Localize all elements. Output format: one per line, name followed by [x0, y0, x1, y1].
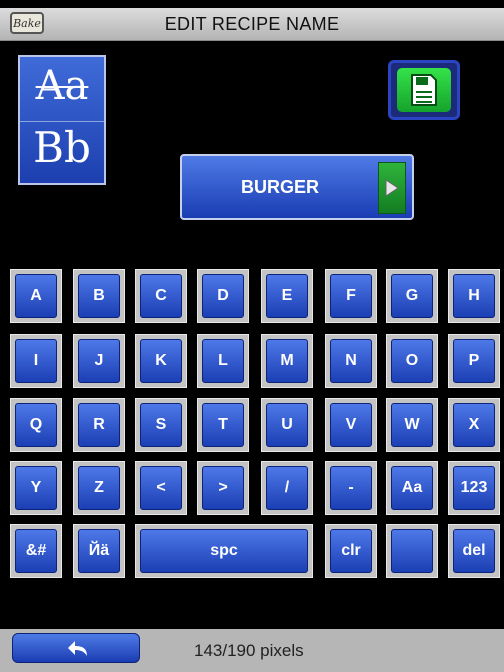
- key-label: /: [266, 466, 308, 510]
- key-numbers[interactable]: 123: [448, 461, 500, 515]
- name-arrow-button[interactable]: [378, 162, 406, 214]
- key-blank[interactable]: [386, 524, 438, 578]
- key-label: E: [266, 274, 308, 318]
- key-l[interactable]: L: [197, 334, 249, 388]
- key-slash[interactable]: /: [261, 461, 313, 515]
- save-button[interactable]: [388, 60, 460, 120]
- key-p[interactable]: P: [448, 334, 500, 388]
- key-label: M: [266, 339, 308, 383]
- status-text: 143/190 pixels: [194, 641, 304, 660]
- key-label: P: [453, 339, 495, 383]
- key-label: T: [202, 403, 244, 447]
- key-e[interactable]: E: [261, 269, 313, 323]
- key-f[interactable]: F: [325, 269, 377, 323]
- case-divider: [20, 121, 104, 122]
- key-case[interactable]: Aa: [386, 461, 438, 515]
- key-label: U: [266, 403, 308, 447]
- key-label: Q: [15, 403, 57, 447]
- save-button-face: [397, 68, 451, 112]
- back-arrow-icon: [68, 641, 87, 656]
- key-s[interactable]: S: [135, 398, 187, 452]
- key-label: Y: [15, 466, 57, 510]
- key-label: F: [330, 274, 372, 318]
- key-j[interactable]: J: [73, 334, 125, 388]
- key-c[interactable]: C: [135, 269, 187, 323]
- key-dash[interactable]: -: [325, 461, 377, 515]
- case-lower-label: Bb: [33, 123, 91, 172]
- key-k[interactable]: K: [135, 334, 187, 388]
- key-h[interactable]: H: [448, 269, 500, 323]
- key-a[interactable]: A: [10, 269, 62, 323]
- key-label: [391, 529, 433, 573]
- key-label: X: [453, 403, 495, 447]
- key-u[interactable]: U: [261, 398, 313, 452]
- key-label: K: [140, 339, 182, 383]
- play-arrow-icon: [385, 179, 399, 197]
- key-label: -: [330, 466, 372, 510]
- back-button[interactable]: [12, 633, 140, 663]
- key-g[interactable]: G: [386, 269, 438, 323]
- key-symbols[interactable]: &#: [10, 524, 62, 578]
- key-label: <: [140, 466, 182, 510]
- key-label: B: [78, 274, 120, 318]
- key-label: &#: [15, 529, 57, 573]
- key-label: H: [453, 274, 495, 318]
- key-z[interactable]: Z: [73, 461, 125, 515]
- page-title: EDIT RECIPE NAME: [164, 14, 340, 34]
- key-clear[interactable]: clr: [325, 524, 377, 578]
- key-q[interactable]: Q: [10, 398, 62, 452]
- key-label: A: [15, 274, 57, 318]
- key-label: S: [140, 403, 182, 447]
- key-label: W: [391, 403, 433, 447]
- key-o[interactable]: O: [386, 334, 438, 388]
- key-label: Aa: [391, 466, 433, 510]
- title-bar: Bake EDIT RECIPE NAME: [0, 8, 504, 41]
- key-label: D: [202, 274, 244, 318]
- floppy-disk-icon: [411, 74, 437, 106]
- key-d[interactable]: D: [197, 269, 249, 323]
- key-label: G: [391, 274, 433, 318]
- key-greater-than[interactable]: >: [197, 461, 249, 515]
- key-label: R: [78, 403, 120, 447]
- case-toggle-button[interactable]: Aa Bb: [18, 55, 106, 185]
- key-b[interactable]: B: [73, 269, 125, 323]
- key-label: spc: [140, 529, 308, 573]
- key-label: N: [330, 339, 372, 383]
- key-label: C: [140, 274, 182, 318]
- key-label: >: [202, 466, 244, 510]
- key-i[interactable]: I: [10, 334, 62, 388]
- key-r[interactable]: R: [73, 398, 125, 452]
- key-label: del: [453, 529, 495, 573]
- key-less-than[interactable]: <: [135, 461, 187, 515]
- key-label: L: [202, 339, 244, 383]
- key-label: O: [391, 339, 433, 383]
- key-t[interactable]: T: [197, 398, 249, 452]
- key-w[interactable]: W: [386, 398, 438, 452]
- key-n[interactable]: N: [325, 334, 377, 388]
- key-label: V: [330, 403, 372, 447]
- key-label: Z: [78, 466, 120, 510]
- key-v[interactable]: V: [325, 398, 377, 452]
- recipe-name-value: BURGER: [240, 177, 319, 197]
- key-label: 123: [453, 466, 495, 510]
- key-delete[interactable]: del: [448, 524, 500, 578]
- key-international[interactable]: Йä: [73, 524, 125, 578]
- key-space[interactable]: spc: [135, 524, 313, 578]
- key-label: clr: [330, 529, 372, 573]
- recipe-name-button[interactable]: BURGER: [180, 154, 414, 220]
- key-y[interactable]: Y: [10, 461, 62, 515]
- key-label: Йä: [78, 529, 120, 573]
- key-x[interactable]: X: [448, 398, 500, 452]
- case-upper-label: Aa: [35, 63, 89, 109]
- footer-bar: 143/190 pixels: [0, 629, 504, 672]
- key-label: J: [78, 339, 120, 383]
- key-label: I: [15, 339, 57, 383]
- key-m[interactable]: M: [261, 334, 313, 388]
